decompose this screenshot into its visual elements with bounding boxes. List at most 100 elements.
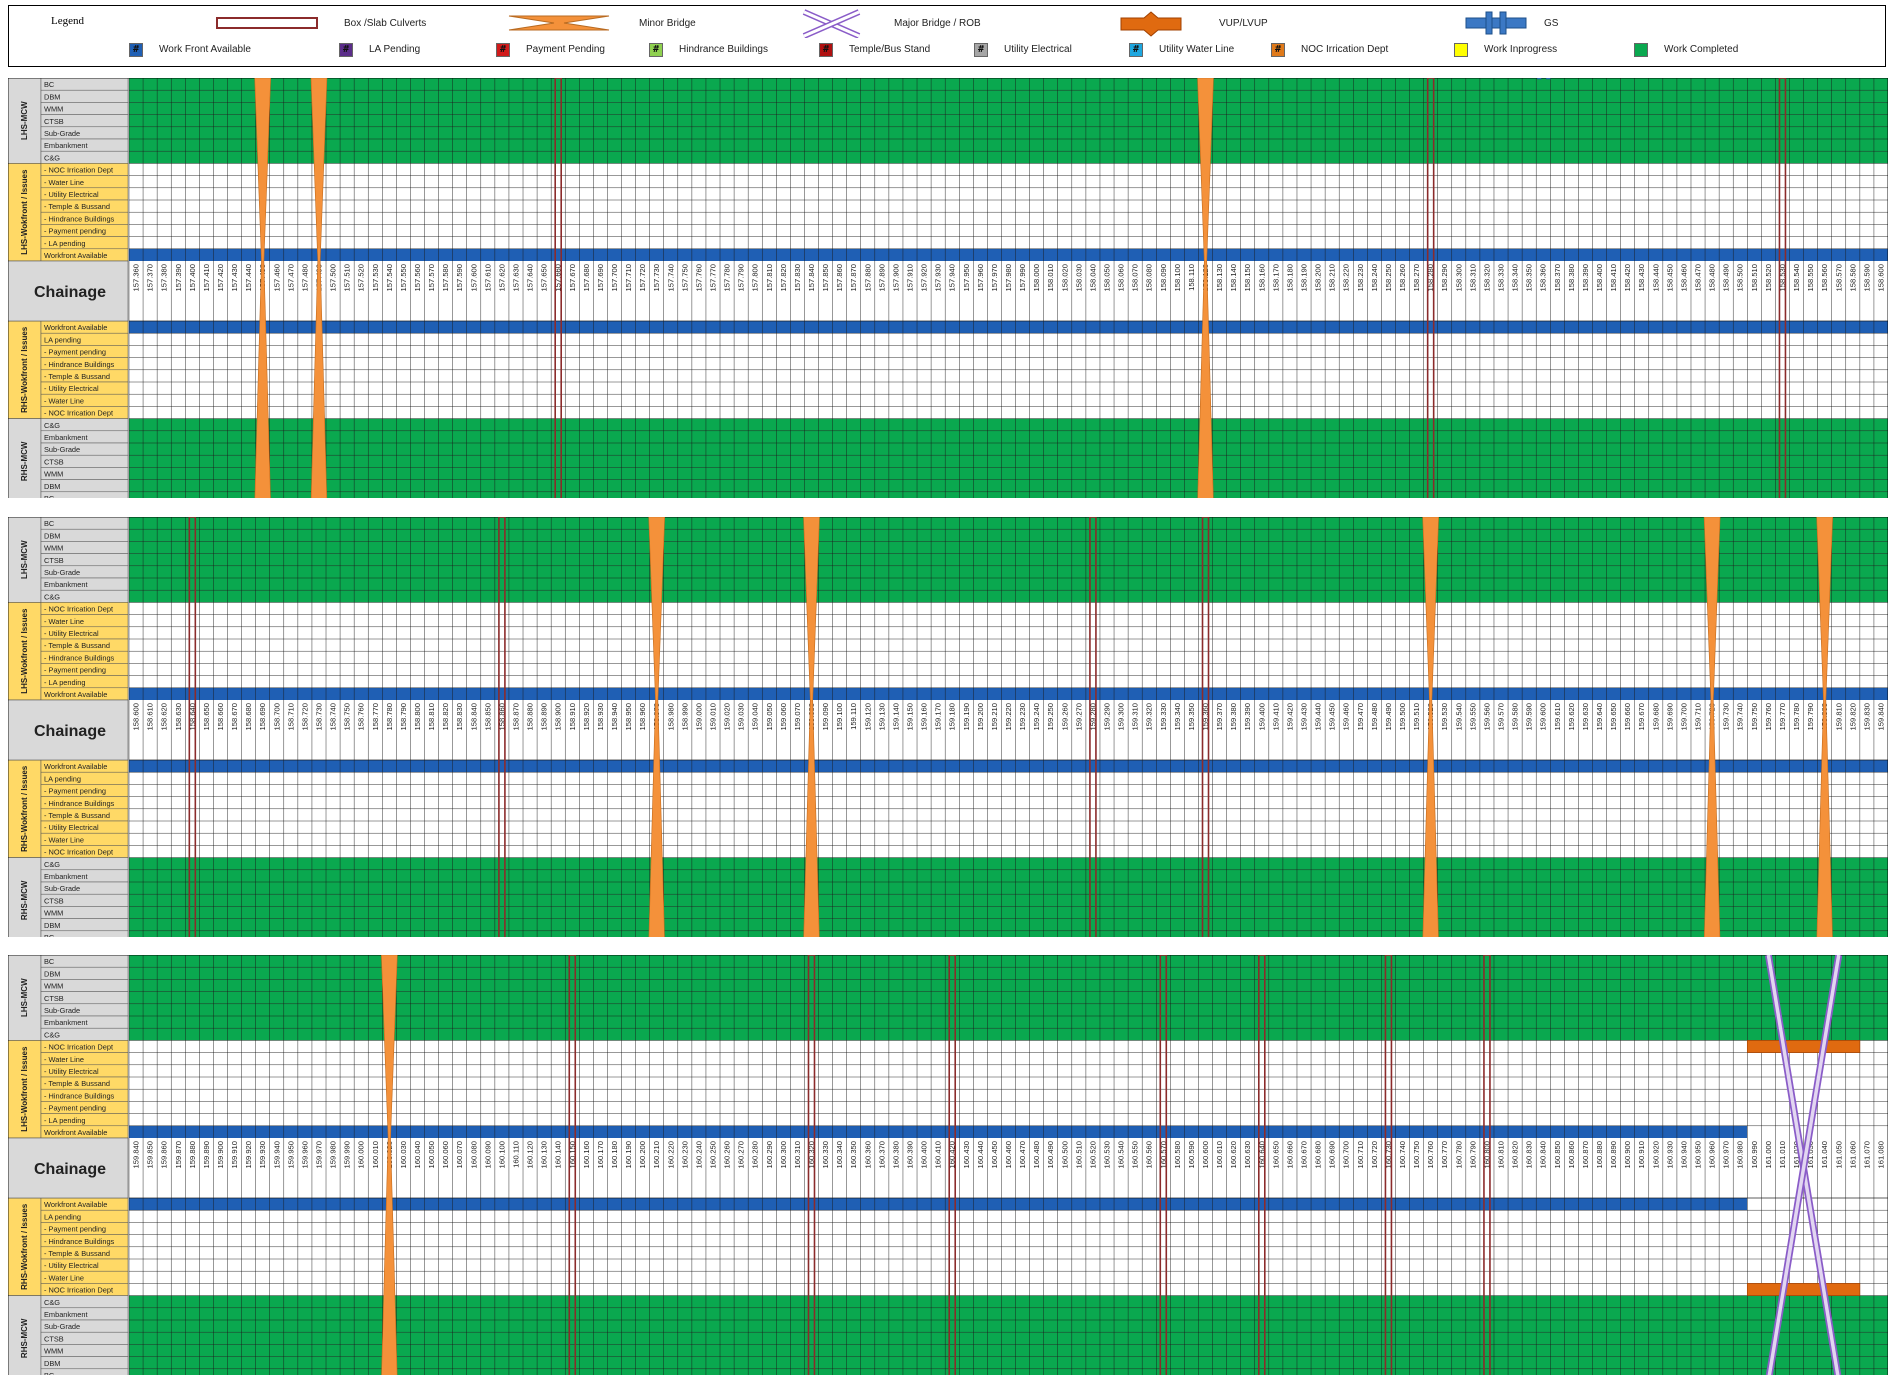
row-label: - LA pending bbox=[44, 239, 86, 248]
legend-swatch: # bbox=[649, 43, 663, 57]
chainage-tick: 160.980 bbox=[1736, 1141, 1745, 1168]
chainage-tick: 157.570 bbox=[427, 264, 436, 291]
chainage-tick: 158.360 bbox=[1539, 264, 1548, 291]
chainage-tick: 159.790 bbox=[1806, 703, 1815, 730]
chainage-tick: 158.760 bbox=[357, 703, 366, 730]
chainage-tick: 159.630 bbox=[1581, 703, 1590, 730]
major-bridge-icon bbox=[802, 9, 861, 38]
minor-bridge-icon bbox=[254, 78, 271, 498]
chainage-tick: 159.920 bbox=[244, 1141, 253, 1168]
chainage-tick: 161.010 bbox=[1778, 1141, 1787, 1168]
work-completed-band bbox=[129, 418, 1888, 431]
chainage-tick: 158.870 bbox=[511, 703, 520, 730]
row-label: C&G bbox=[44, 1030, 60, 1039]
chainage-tick: 160.070 bbox=[455, 1141, 464, 1168]
chainage-tick: 160.210 bbox=[652, 1141, 661, 1168]
chainage-tick: 158.070 bbox=[1131, 264, 1140, 291]
chainage-tick: 158.560 bbox=[1820, 264, 1829, 291]
chainage-tick: 158.840 bbox=[469, 703, 478, 730]
legend-title: Legend bbox=[51, 15, 84, 27]
vup-icon bbox=[1120, 11, 1182, 37]
chainage-tick: 159.570 bbox=[1497, 703, 1506, 730]
chainage-tick: 158.270 bbox=[1412, 264, 1421, 291]
work-completed-band bbox=[129, 78, 1888, 91]
lhs-mcw-group-label: LHS-MCW bbox=[20, 540, 29, 579]
chainage-tick: 160.580 bbox=[1173, 1141, 1182, 1168]
chainage-tick: 158.430 bbox=[1637, 264, 1646, 291]
chainage-tick: 157.410 bbox=[202, 264, 211, 291]
chainage-tick: 159.150 bbox=[906, 703, 915, 730]
row-label: BC bbox=[44, 957, 55, 966]
legend-status-label: Work Inprogress bbox=[1484, 44, 1558, 55]
chainage-tick: 159.910 bbox=[230, 1141, 239, 1168]
chainage-tick: 157.620 bbox=[497, 264, 506, 291]
chainage-tick: 157.470 bbox=[286, 264, 295, 291]
chainage-tick: 157.530 bbox=[371, 264, 380, 291]
chainage-tick: 160.950 bbox=[1694, 1141, 1703, 1168]
work-completed-band bbox=[129, 102, 1888, 115]
row-label: BC bbox=[44, 494, 55, 498]
vup-icon bbox=[1746, 1283, 1861, 1296]
chainage-tick: 158.740 bbox=[329, 703, 338, 730]
work-completed-band bbox=[129, 529, 1888, 542]
chainage-tick: 160.590 bbox=[1187, 1141, 1196, 1168]
chainage-tick: 157.510 bbox=[343, 264, 352, 291]
chainage-tick: 157.970 bbox=[990, 264, 999, 291]
row-label: Sub-Grade bbox=[44, 1322, 80, 1331]
work-completed-band bbox=[129, 869, 1888, 882]
chainage-tick: 159.690 bbox=[1665, 703, 1674, 730]
chainage-tick: 159.930 bbox=[258, 1141, 267, 1168]
workfront-band bbox=[129, 687, 1888, 700]
minor-bridge-icon bbox=[1816, 517, 1833, 937]
progress-panel-2: LHS-MCW LHS-Wokfront / Issues RHS-Wokfront… bbox=[8, 517, 1888, 937]
chainage-tick: 158.310 bbox=[1468, 264, 1477, 291]
chainage-tick: 158.400 bbox=[1595, 264, 1604, 291]
row-label: DBM bbox=[44, 921, 60, 930]
row-label: Sub-Grade bbox=[44, 129, 80, 138]
chainage-tick: 159.880 bbox=[188, 1141, 197, 1168]
chainage-tick: 159.270 bbox=[1074, 703, 1083, 730]
row-label: - Payment pending bbox=[44, 787, 106, 796]
chainage-tick: 158.810 bbox=[427, 703, 436, 730]
chainage-tick: 160.090 bbox=[483, 1141, 492, 1168]
legend-swatch: # bbox=[1271, 43, 1285, 57]
chainage-tick: 157.690 bbox=[596, 264, 605, 291]
chainage-tick: 158.600 bbox=[1876, 264, 1885, 291]
chainage-tick: 160.760 bbox=[1426, 1141, 1435, 1168]
row-label: Workfront Available bbox=[44, 1200, 107, 1209]
chainage-tick: 158.300 bbox=[1454, 264, 1463, 291]
work-completed-band bbox=[129, 590, 1888, 603]
chainage-tick: 157.360 bbox=[132, 264, 141, 291]
row-label: - Hindrance Buildings bbox=[44, 360, 115, 369]
chainage-tick: 160.550 bbox=[1131, 1141, 1140, 1168]
chainage-tick: 157.990 bbox=[1018, 264, 1027, 291]
chainage-tick: 157.740 bbox=[666, 264, 675, 291]
chainage-tick: 157.520 bbox=[357, 264, 366, 291]
chainage-tick: 158.170 bbox=[1271, 264, 1280, 291]
chainage-tick: 160.890 bbox=[1609, 1141, 1618, 1168]
chainage-tick: 159.830 bbox=[1862, 703, 1871, 730]
chainage-tick: 160.370 bbox=[877, 1141, 886, 1168]
row-label: CTSB bbox=[44, 117, 64, 126]
chainage-tick: 160.930 bbox=[1665, 1141, 1674, 1168]
row-label: - Payment pending bbox=[44, 348, 106, 357]
chainage-tick: 157.610 bbox=[483, 264, 492, 291]
chainage-tick: 161.050 bbox=[1834, 1141, 1843, 1168]
chainage-tick: 157.830 bbox=[793, 264, 802, 291]
chainage-tick: 160.360 bbox=[863, 1141, 872, 1168]
chainage-tick: 158.230 bbox=[1356, 264, 1365, 291]
row-label: Sub-Grade bbox=[44, 445, 80, 454]
work-completed-band bbox=[129, 90, 1888, 103]
chainage-tick: 158.920 bbox=[582, 703, 591, 730]
chainage-tick: 160.340 bbox=[835, 1141, 844, 1168]
chainage-tick: 159.840 bbox=[132, 1141, 141, 1168]
row-label: - NOC Irrication Dept bbox=[44, 409, 113, 418]
legend-swatch: # bbox=[1129, 43, 1143, 57]
legend-status-label: Hindrance Buildings bbox=[679, 44, 768, 55]
row-label: Workfront Available bbox=[44, 762, 107, 771]
chainage-tick: 158.190 bbox=[1300, 264, 1309, 291]
row-label: WMM bbox=[44, 544, 63, 553]
legend-symbol-label: GS bbox=[1544, 18, 1559, 29]
chainage-tick: 160.400 bbox=[920, 1141, 929, 1168]
chainage-tick: 158.090 bbox=[1159, 264, 1168, 291]
